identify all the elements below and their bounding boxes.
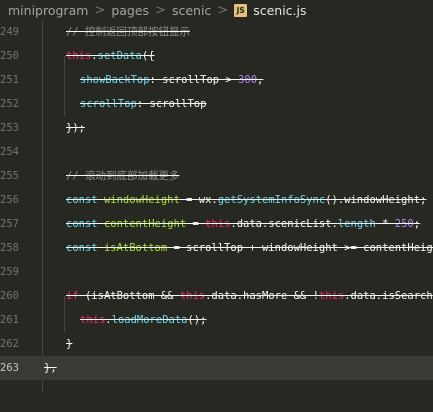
code-line[interactable]: 254 — [0, 140, 433, 164]
line-number: 257 — [0, 218, 19, 230]
code-token: contentHeight — [103, 218, 187, 230]
code-token: : scrollTop > — [149, 74, 239, 86]
code-token: ; — [413, 218, 421, 230]
line-number: 258 — [0, 242, 19, 254]
code-text: }); — [66, 116, 85, 140]
code-token: 300 — [238, 74, 258, 86]
line-number: 254 — [0, 146, 19, 158]
line-number: 251 — [0, 74, 19, 86]
line-number: 255 — [0, 170, 19, 182]
code-token: // 控制返回顶部按钮显示 — [66, 26, 190, 38]
code-token: * — [375, 218, 395, 230]
code-text: const contentHeight = this.data.scenicLi… — [66, 212, 420, 236]
code-line[interactable]: 249 // 控制返回顶部按钮显示 — [0, 20, 433, 44]
code-text: if (isAtBottom && this.data.hasMore && !… — [66, 284, 433, 308]
code-token: = — [186, 218, 206, 230]
line-number: 253 — [0, 122, 19, 134]
line-number: 262 — [0, 338, 19, 350]
code-line[interactable]: 261 this.loadMoreData(); — [0, 308, 433, 332]
code-token: length — [337, 218, 376, 230]
code-text: scrollTop: scrollTop — [80, 92, 206, 116]
code-line[interactable]: 257 const contentHeight = this.data.sceni… — [0, 212, 433, 236]
code-token: this — [66, 50, 92, 62]
code-token: = wx. — [179, 194, 218, 206]
code-token: const — [66, 218, 98, 230]
code-text: this.setData({ — [66, 44, 155, 68]
code-token: .data.isSearch — [344, 290, 433, 302]
code-token: setData — [97, 50, 142, 62]
code-token: // 滚动到底部加载更多 — [66, 170, 180, 182]
code-text: showBackTop: scrollTop > 300, — [80, 68, 263, 92]
breadcrumb-item-file[interactable]: scenic.js — [253, 3, 306, 18]
chevron-right-icon: > — [217, 2, 229, 18]
code-token: : scrollTop — [136, 98, 207, 110]
code-token: const — [66, 242, 98, 254]
code-token: }, — [44, 362, 57, 374]
breadcrumb: miniprogram > pages > scenic > JS scenic… — [0, 0, 433, 20]
code-token: ().windowHeight; — [325, 194, 427, 206]
line-number: 260 — [0, 290, 19, 302]
breadcrumb-item-pages[interactable]: pages — [111, 3, 149, 18]
code-token: this — [80, 314, 106, 326]
breadcrumb-item-miniprogram[interactable]: miniprogram — [8, 3, 88, 18]
code-token: (); — [187, 314, 207, 326]
code-text: const windowHeight = wx.getSystemInfoSyn… — [66, 188, 426, 212]
chevron-right-icon: > — [155, 2, 166, 18]
breadcrumb-item-scenic[interactable]: scenic — [172, 3, 211, 18]
code-line[interactable]: 258 const isAtBottom = scrollTop + window… — [0, 236, 433, 260]
code-line[interactable]: 256 const windowHeight = wx.getSystemInfo… — [0, 188, 433, 212]
chevron-right-icon: > — [94, 2, 106, 18]
code-token: , — [257, 74, 264, 86]
code-token: ({ — [141, 50, 155, 62]
code-text: // 滚动到底部加载更多 — [66, 164, 179, 188]
code-token: getSystemInfoSync — [217, 194, 326, 206]
code-token: showBackTop — [80, 74, 150, 86]
line-number: 259 — [0, 266, 19, 278]
code-token: windowHeight — [103, 194, 180, 206]
code-line[interactable]: 263}, — [0, 356, 433, 380]
code-token: this — [179, 290, 206, 302]
code-token: } — [66, 338, 73, 350]
code-token: = scrollTop + windowHeight >= contentHei… — [167, 242, 433, 254]
code-text: const isAtBottom = scrollTop + windowHei… — [66, 236, 433, 260]
code-token: if — [66, 290, 79, 302]
code-text: this.loadMoreData(); — [80, 308, 206, 332]
code-line[interactable]: 259 — [0, 260, 433, 284]
code-token: this — [318, 290, 345, 302]
code-token: .data.scenicList. — [230, 218, 338, 230]
code-token: loadMoreData — [111, 314, 188, 326]
line-number: 249 — [0, 26, 19, 38]
code-token: const — [66, 194, 98, 206]
code-text: }, — [44, 356, 57, 380]
code-editor[interactable]: 249 // 控制返回顶部按钮显示 250 this.setData({ 251 show… — [0, 20, 433, 412]
code-token: }); — [66, 122, 85, 134]
line-number: 256 — [0, 194, 19, 206]
code-token: 250 — [394, 218, 414, 230]
line-number: 261 — [0, 314, 19, 326]
code-token: isAtBottom — [103, 242, 168, 254]
code-line[interactable]: 262} — [0, 332, 433, 356]
code-token: scrollTop — [80, 98, 137, 110]
code-text: } — [66, 332, 72, 356]
code-line[interactable]: 255 // 滚动到底部加载更多 — [0, 164, 433, 188]
line-number: 263 — [0, 362, 19, 374]
code-text: // 控制返回顶部按钮显示 — [66, 20, 190, 44]
line-number: 250 — [0, 50, 19, 62]
code-line[interactable]: 250 this.setData({ — [0, 44, 433, 68]
js-file-icon: JS — [234, 3, 248, 17]
code-token: this — [205, 218, 231, 230]
code-line[interactable]: 252 scrollTop: scrollTop — [0, 92, 433, 116]
code-token: .data.hasMore && ! — [205, 290, 319, 302]
code-line[interactable]: 253}); — [0, 116, 433, 140]
code-line[interactable]: 260 if (isAtBottom && this.data.hasMore &… — [0, 284, 433, 308]
code-line[interactable]: 251 showBackTop: scrollTop > 300, — [0, 68, 433, 92]
code-token: (isAtBottom && — [78, 290, 180, 302]
line-number: 252 — [0, 98, 19, 110]
